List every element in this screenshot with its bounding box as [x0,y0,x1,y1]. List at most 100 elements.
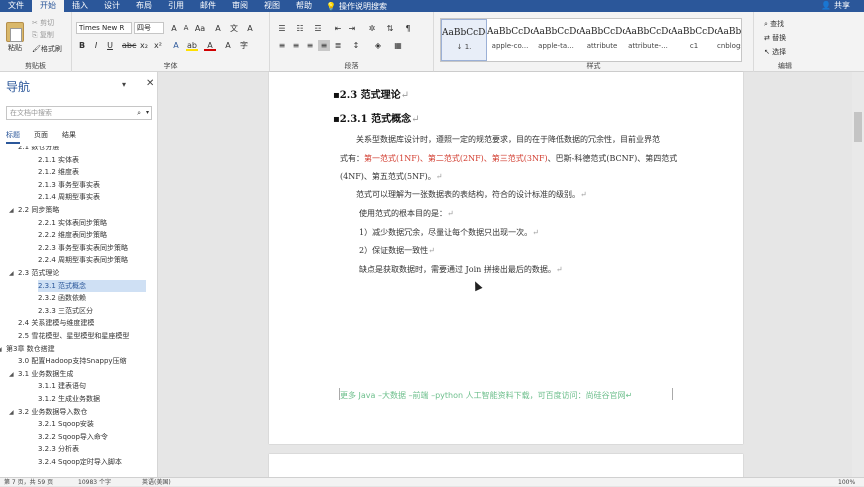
nav-heading-item[interactable]: 2.5 雪花模型、星型模型和星座模型 [18,330,129,342]
clear-format-icon[interactable]: A [212,23,224,34]
align-left-icon[interactable]: ≡ [276,40,288,51]
nav-tab-pages[interactable]: 页面 [34,130,48,144]
highlight-icon[interactable]: ab [186,40,198,51]
sort-icon[interactable]: ⇅ [384,23,396,34]
nav-heading-item[interactable]: 3.0 配置Hadoop支持Snappy压缩 [18,355,127,367]
paste-button[interactable]: 粘贴 [8,43,22,53]
font-color-icon[interactable]: A [204,40,216,51]
grow-font-icon[interactable]: A [168,23,180,34]
scrollbar-thumb[interactable] [854,112,862,142]
select-button[interactable]: ↖ 选择 [764,47,786,57]
tab-home[interactable]: 开始 [32,0,64,12]
expand-arrow-icon[interactable]: ◢ [9,205,18,217]
nav-heading-item[interactable]: 3.2.4 Sqoop定时导入脚本 [38,456,122,468]
align-right-icon[interactable]: ≡ [304,40,316,51]
superscript-button[interactable]: x² [152,40,164,51]
nav-heading-item[interactable]: 2.3.2 函数依赖 [38,292,86,304]
decrease-indent-icon[interactable]: ⇤ [332,23,344,34]
tab-insert[interactable]: 插入 [64,0,96,12]
expand-arrow-icon[interactable]: ◢ [9,369,18,381]
document-page[interactable]: ▪2.3 范式理论↵ ▪2.3.1 范式概念↵ 关系型数据库设计时，遵照一定的规… [269,72,743,444]
tab-references[interactable]: 引用 [160,0,192,12]
tab-design[interactable]: 设计 [96,0,128,12]
nav-search-input[interactable]: 在文档中搜索 ⌕ ▾ [6,106,152,120]
style-item[interactable]: AaBbCcDc attribute [579,19,625,61]
format-painter-button[interactable]: 🖌格式刷 [32,44,62,54]
show-marks-icon[interactable]: ¶ [402,23,414,34]
nav-heading-item[interactable]: ◢第3章 数仓搭建 [0,343,55,355]
shading-icon[interactable]: A [222,40,234,51]
justify-icon[interactable]: ≡ [318,40,330,51]
font-name-select[interactable]: Times New R [76,22,132,34]
nav-heading-item[interactable]: 3.1.1 建表语句 [38,380,86,392]
phonetic-icon[interactable]: 文 [228,23,240,34]
close-icon[interactable]: ✕ [146,78,154,89]
nav-tab-headings[interactable]: 标题 [6,130,20,144]
bullets-icon[interactable]: ☰ [276,23,288,34]
text-effects-icon[interactable]: A [170,40,182,51]
paste-icon[interactable] [6,22,24,42]
expand-arrow-icon[interactable]: ◢ [9,268,18,280]
nav-heading-item[interactable]: 2.2.1 实体表同步策略 [38,217,107,229]
nav-heading-item[interactable]: 3.2.3 分析表 [38,443,79,455]
distributed-icon[interactable]: ≣ [332,40,344,51]
nav-heading-item[interactable]: ◢ 2.3 范式理论 [9,267,59,279]
nav-heading-item[interactable]: 2.1 数仓分层 [18,146,59,153]
tab-layout[interactable]: 布局 [128,0,160,12]
numbering-icon[interactable]: ☷ [294,23,306,34]
tab-file[interactable]: 文件 [0,0,32,12]
nav-options-icon[interactable]: ▾ [122,80,126,89]
tell-me-search[interactable]: 💡 操作说明搜索 [320,1,387,12]
nav-heading-item[interactable]: 2.4 关系建模与维度建模 [18,317,94,329]
copy-button[interactable]: ⎘ 复制 [32,30,54,40]
tab-view[interactable]: 视图 [256,0,288,12]
enclose-char-icon[interactable]: 字 [238,40,250,51]
vertical-scrollbar[interactable] [852,72,864,477]
style-item[interactable]: AaBbCcDccnblogs_... [717,19,741,61]
nav-heading-item[interactable]: 2.1.2 维度表 [38,166,79,178]
tab-mailings[interactable]: 邮件 [192,0,224,12]
chinese-layout-icon[interactable]: ✲ [366,23,378,34]
nav-heading-item[interactable]: ◢ 3.2 业务数据导入数仓 [9,406,87,418]
nav-heading-item[interactable]: ◢ 2.2 同步策略 [9,204,59,216]
underline-button[interactable]: U [104,40,116,51]
nav-heading-item[interactable]: 2.2.4 周期型事实表同步策略 [38,254,128,266]
nav-heading-item[interactable]: 2.3.1 范式概念 [38,279,146,292]
align-center-icon[interactable]: ≡ [290,40,302,51]
style-item[interactable]: AaBbCcDc apple-ta... [533,19,579,61]
nav-heading-item[interactable]: 2.1.4 周期型事实表 [38,191,100,203]
chevron-down-icon[interactable]: ▾ [146,107,149,119]
char-border-icon[interactable]: A [244,23,256,34]
nav-heading-item[interactable]: 2.1.1 实体表 [38,154,79,166]
nav-heading-item[interactable]: 2.2.3 事务型事实表同步策略 [38,242,128,254]
nav-heading-item[interactable]: 3.1.2 生成业务数据 [38,393,100,405]
replace-button[interactable]: ⇄ 替换 [764,33,786,43]
style-item[interactable]: AaBbCcDc c1 [671,19,717,61]
nav-heading-item[interactable]: 3.2.2 Sqoop导入命令 [38,431,108,443]
share-button[interactable]: 👤 共享 [821,0,850,12]
nav-heading-item[interactable]: ◢ 3.1 业务数据生成 [9,368,73,380]
style-item[interactable]: AaBbCcDd↓ 1. [441,19,487,61]
borders-icon[interactable]: ▦ [392,40,404,51]
nav-heading-item[interactable]: 3.2.1 Sqoop安装 [38,418,94,430]
multilevel-list-icon[interactable]: ☲ [312,23,324,34]
cut-button[interactable]: ✂ 剪切 [32,18,54,28]
subscript-button[interactable]: x₂ [138,40,150,51]
style-item[interactable]: AaBbCcDc apple-co... [487,19,533,61]
line-spacing-icon[interactable]: ↕ [350,40,362,51]
font-size-select[interactable]: 四号 [134,22,164,34]
increase-indent-icon[interactable]: ⇥ [346,23,358,34]
nav-tab-results[interactable]: 结果 [62,130,76,144]
find-button[interactable]: ⌕ 查找 [764,19,784,29]
nav-heading-item[interactable]: 2.2.2 维度表同步策略 [38,229,107,241]
expand-arrow-icon[interactable]: ◢ [9,407,18,419]
style-item[interactable]: AaBbCcDc attribute-... [625,19,671,61]
change-case-icon[interactable]: Aa [194,23,206,34]
tab-review[interactable]: 审阅 [224,0,256,12]
shading-bucket-icon[interactable]: ◈ [372,40,384,51]
bold-button[interactable]: B [76,40,88,51]
italic-button[interactable]: I [90,40,102,51]
tab-help[interactable]: 帮助 [288,0,320,12]
shrink-font-icon[interactable]: A [180,23,192,34]
nav-heading-item[interactable]: 2.3.3 三范式区分 [38,305,93,317]
